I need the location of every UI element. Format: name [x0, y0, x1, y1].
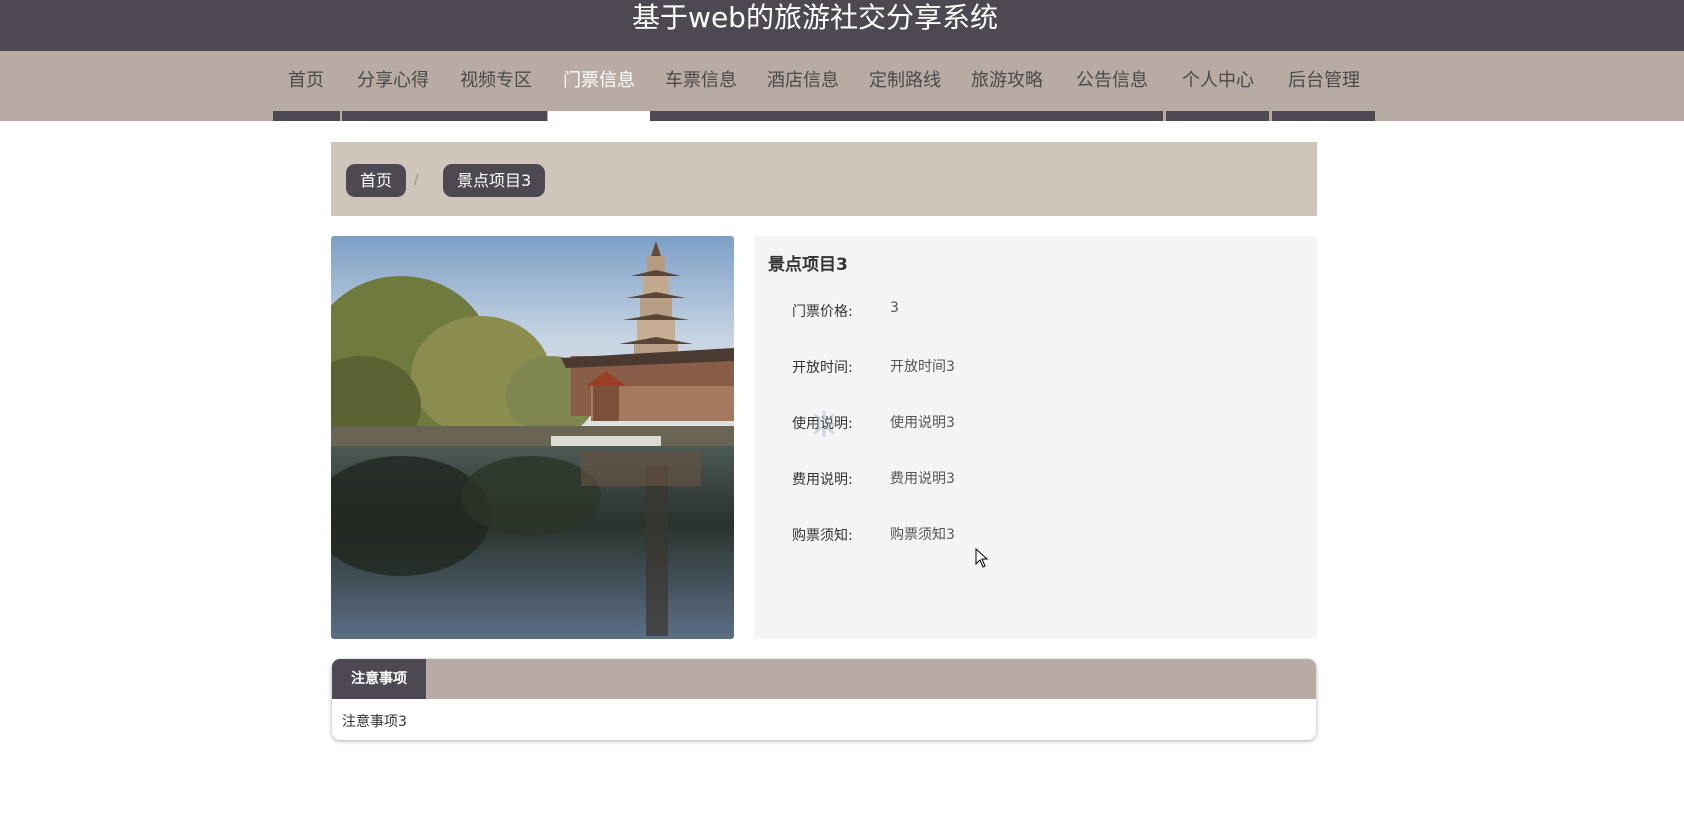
nav-underline-active	[548, 111, 650, 121]
site-header: 基于web的旅游社交分享系统	[0, 0, 1684, 51]
nav-underline	[273, 111, 340, 121]
detail-value: 费用说明3	[890, 471, 955, 487]
notes-tabs: 注意事项 注意事项3	[332, 659, 1316, 740]
detail-label: 门票价格:	[792, 304, 853, 320]
attraction-photo	[331, 236, 734, 639]
tab-notes[interactable]: 注意事项	[332, 659, 426, 699]
detail-row-open-time: 开放时间: 开放时间3	[754, 357, 1317, 387]
detail-row-fee: 费用说明: 费用说明3	[754, 469, 1317, 499]
breadcrumb-home[interactable]: 首页	[346, 164, 407, 197]
mouse-cursor-icon	[975, 548, 989, 568]
detail-row-price: 门票价格: 3	[754, 300, 1317, 331]
detail-value: 购票须知3	[890, 527, 955, 543]
detail-value: 3	[890, 300, 899, 316]
tab-header: 注意事项	[332, 659, 1316, 699]
breadcrumb: 首页 / 景点项目3	[331, 142, 1317, 216]
site-title: 基于web的旅游社交分享系统	[632, 1, 998, 34]
nav-underline	[650, 111, 1163, 121]
tab-content: 注意事项3	[342, 714, 407, 730]
detail-row-usage: 使用说明: 使用说明3	[754, 413, 1317, 443]
loading-spinner-icon	[810, 410, 838, 438]
detail-label: 开放时间:	[792, 360, 853, 376]
breadcrumb-current[interactable]: 景点项目3	[443, 164, 546, 197]
nav-underline	[342, 111, 547, 121]
ticket-detail-panel: 景点项目3 门票价格: 3 开放时间: 开放时间3 使用说明: 使用说明3 费用…	[754, 236, 1317, 639]
detail-value: 使用说明3	[890, 415, 955, 431]
nav-underline	[1166, 111, 1269, 121]
detail-title: 景点项目3	[768, 255, 848, 275]
breadcrumb-separator: /	[414, 172, 419, 188]
detail-label: 费用说明:	[792, 472, 853, 488]
nav-underline	[1272, 111, 1375, 121]
detail-row-purchase-notice: 购票须知: 购票须知3	[754, 525, 1317, 555]
detail-value: 开放时间3	[890, 359, 955, 375]
detail-label: 购票须知:	[792, 528, 853, 544]
